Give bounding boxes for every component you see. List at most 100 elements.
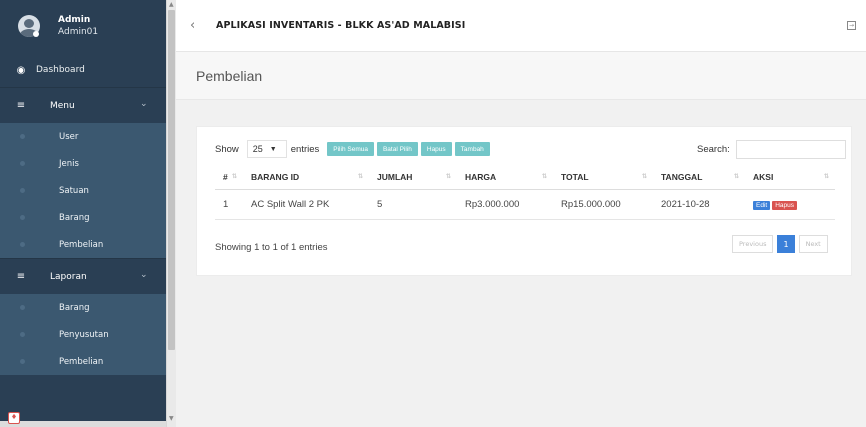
column-header-label: HARGA xyxy=(465,171,497,182)
chevron-down-icon: ▼ xyxy=(269,145,277,153)
delete-button[interactable]: Hapus xyxy=(420,142,452,156)
chevron-down-icon: ⌄ xyxy=(140,270,148,280)
bullet-icon xyxy=(20,242,25,247)
cell-total: Rp15.000.000 xyxy=(553,189,653,220)
pembelian-table: # ⇅ BARANG ID ⇅ JUMLAH ⇅ HARGA ⇅ TOTAL ⇅ TANG… xyxy=(215,165,835,220)
dashboard-icon: ◉ xyxy=(16,64,26,76)
scroll-up-icon[interactable]: ▲ xyxy=(169,1,174,8)
delete-row-button[interactable]: Hapus xyxy=(772,200,797,210)
table-info: Showing 1 to 1 of 1 entries xyxy=(215,242,328,253)
bullet-icon xyxy=(20,188,25,193)
table-header-row: # ⇅ BARANG ID ⇅ JUMLAH ⇅ HARGA ⇅ TOTAL ⇅ TANG… xyxy=(215,165,835,190)
vertical-scrollbar[interactable]: ▲ ▼ xyxy=(166,0,176,427)
sidebar-item-dashboard[interactable]: ◉ Dashboard xyxy=(0,53,166,87)
page-title: Pembelian xyxy=(196,68,263,84)
sidebar-group-label: Menu xyxy=(50,100,75,111)
sidebar-item-laporan-penyusutan[interactable]: Penyusutan xyxy=(0,321,166,348)
sidebar-item-laporan-barang[interactable]: Barang xyxy=(0,294,166,321)
submenu-menu: User Jenis Satuan Barang Pembelian xyxy=(0,123,166,258)
filter-icon: ≡ xyxy=(16,100,26,111)
chevron-down-icon: ⌄ xyxy=(140,99,148,109)
sort-icon: ⇅ xyxy=(641,174,647,180)
column-header-label: BARANG ID xyxy=(251,171,300,182)
sidebar-item-label: Satuan xyxy=(59,185,89,196)
entries-length-select[interactable]: 25 ▼ xyxy=(246,140,287,158)
sidebar-item-label: Pembelian xyxy=(59,356,104,367)
column-header-label: TANGGAL xyxy=(661,171,703,182)
sidebar-item-label: Jenis xyxy=(59,158,79,169)
top-navbar: ‹ APLIKASI INVENTARIS - BLKK AS'AD MALAB… xyxy=(176,0,866,52)
pagination: Previous 1 Next xyxy=(732,235,828,253)
sidebar-item-label: Barang xyxy=(59,212,90,223)
sidebar-item-laporan-pembelian[interactable]: Pembelian xyxy=(0,348,166,375)
sidebar-item-satuan[interactable]: Satuan xyxy=(0,177,166,204)
sidebar-group-menu[interactable]: ≡ Menu ⌄ xyxy=(0,87,166,123)
cell-jumlah: 5 xyxy=(369,189,457,220)
add-button[interactable]: Tambah xyxy=(454,142,490,156)
column-header-tanggal[interactable]: TANGGAL ⇅ xyxy=(653,165,745,190)
column-header-barang[interactable]: BARANG ID ⇅ xyxy=(243,165,369,190)
profile-name: Admin xyxy=(58,15,91,25)
sidebar-item-label: Penyusutan xyxy=(59,329,109,340)
expand-icon[interactable]: → xyxy=(847,21,856,30)
entries-length-value: 25 xyxy=(252,144,263,154)
sidebar-group-label: Laporan xyxy=(50,271,87,282)
profile-username: Admin01 xyxy=(58,27,99,37)
search-input[interactable] xyxy=(735,140,846,159)
edit-button[interactable]: Edit xyxy=(753,200,771,210)
sidebar-item-barang[interactable]: Barang xyxy=(0,204,166,231)
column-header-aksi[interactable]: AKSI ⇅ xyxy=(745,165,835,190)
cell-no: 1 xyxy=(215,189,243,220)
horizontal-scrollbar[interactable] xyxy=(0,421,166,427)
sidebar-item-user[interactable]: User xyxy=(0,123,166,150)
column-header-label: AKSI xyxy=(753,171,774,182)
sort-icon: ⇅ xyxy=(231,174,237,180)
show-label: Show xyxy=(215,143,239,155)
next-button[interactable]: Next xyxy=(798,235,828,253)
select-all-button[interactable]: Pilih Semua xyxy=(327,142,374,156)
previous-button[interactable]: Previous xyxy=(732,235,774,253)
filter-icon: ≡ xyxy=(16,271,26,282)
profile-info: Admin Admin01 xyxy=(58,14,98,38)
scroll-thumb[interactable] xyxy=(168,10,175,350)
cell-aksi: Edit Hapus xyxy=(745,189,835,220)
deselect-button[interactable]: Batal Pilih xyxy=(376,142,418,156)
bullet-icon xyxy=(20,134,25,139)
profile: Admin Admin01 xyxy=(0,0,166,52)
app-title: APLIKASI INVENTARIS - BLKK AS'AD MALABIS… xyxy=(216,20,466,31)
sidebar-item-pembelian[interactable]: Pembelian xyxy=(0,231,166,258)
column-header-no[interactable]: # ⇅ xyxy=(215,165,243,190)
table-row: 1 AC Split Wall 2 PK 5 Rp3.000.000 Rp15.… xyxy=(215,189,835,220)
column-header-harga[interactable]: HARGA ⇅ xyxy=(457,165,553,190)
sidebar-item-label: Barang xyxy=(59,302,90,313)
app-icon: ♦ xyxy=(8,412,20,424)
sidebar-group-laporan[interactable]: ≡ Laporan ⌄ xyxy=(0,258,166,294)
column-header-label: # xyxy=(223,171,228,182)
column-header-label: JUMLAH xyxy=(377,171,413,182)
submenu-laporan: Barang Penyusutan Pembelian xyxy=(0,294,166,375)
bullet-icon xyxy=(20,359,25,364)
sidebar-item-label: Pembelian xyxy=(59,239,104,250)
column-header-label: TOTAL xyxy=(561,171,589,182)
search-area: Search: xyxy=(697,140,846,159)
sidebar-item-jenis[interactable]: Jenis xyxy=(0,150,166,177)
cell-barang: AC Split Wall 2 PK xyxy=(243,189,369,220)
menu-toggle-icon[interactable]: ‹ xyxy=(190,18,204,33)
sort-icon: ⇅ xyxy=(445,174,451,180)
page-button-1[interactable]: 1 xyxy=(777,235,795,253)
sidebar-item-label: User xyxy=(59,131,79,142)
bullet-icon xyxy=(20,332,25,337)
bullet-icon xyxy=(20,215,25,220)
scroll-down-icon[interactable]: ▼ xyxy=(169,415,174,422)
content-panel: Show 25 ▼ entries Pilih Semua Batal Pili… xyxy=(196,126,852,276)
sort-icon: ⇅ xyxy=(357,174,363,180)
column-header-jumlah[interactable]: JUMLAH ⇅ xyxy=(369,165,457,190)
sidebar-item-label: Dashboard xyxy=(36,65,85,75)
bullet-icon xyxy=(20,161,25,166)
sort-icon: ⇅ xyxy=(733,174,739,180)
search-label: Search: xyxy=(697,144,730,155)
column-header-total[interactable]: TOTAL ⇅ xyxy=(553,165,653,190)
cell-harga: Rp3.000.000 xyxy=(457,189,553,220)
sidebar: Admin Admin01 ◉ Dashboard ≡ Menu ⌄ User … xyxy=(0,0,166,427)
bullet-icon xyxy=(20,305,25,310)
